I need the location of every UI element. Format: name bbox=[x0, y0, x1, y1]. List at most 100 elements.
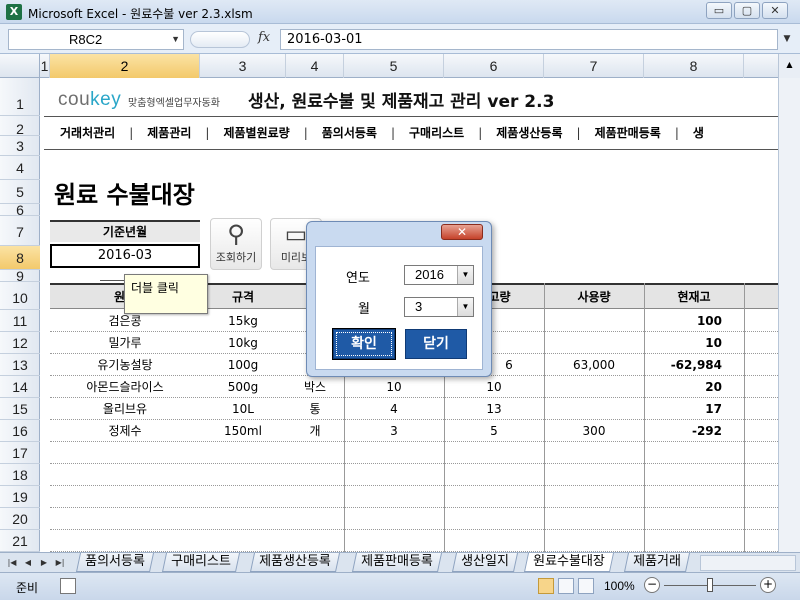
row-header[interactable]: 5 bbox=[0, 180, 40, 204]
cell-spec[interactable]: 10kg bbox=[200, 332, 286, 354]
cell-used[interactable] bbox=[544, 310, 644, 332]
row-header[interactable]: 4 bbox=[0, 156, 40, 180]
month-select[interactable]: 3 ▼ bbox=[404, 297, 474, 317]
table-row[interactable]: 올리브유 10L 통 4 13 17 bbox=[50, 398, 778, 420]
excel-app-icon[interactable]: X bbox=[6, 4, 22, 20]
macro-record-icon[interactable] bbox=[60, 578, 76, 594]
cell-used[interactable] bbox=[544, 332, 644, 354]
row-header[interactable]: 9 bbox=[0, 269, 40, 283]
vertical-scrollbar[interactable] bbox=[778, 78, 800, 552]
cell-material[interactable]: 정제수 bbox=[50, 420, 200, 442]
zoom-out-icon[interactable]: − bbox=[644, 577, 660, 593]
menu-item-production[interactable]: 제품생산등록 bbox=[496, 124, 562, 141]
cell-in[interactable]: 13 bbox=[444, 398, 544, 420]
last-sheet-icon[interactable]: ▶| bbox=[54, 556, 66, 570]
column-header[interactable]: 7 bbox=[544, 54, 644, 78]
sheet-tab[interactable]: 구매리스트 bbox=[161, 553, 240, 572]
row-header[interactable]: 2 bbox=[0, 116, 40, 137]
sheet-tab[interactable]: 제품생산등록 bbox=[249, 553, 340, 572]
base-period-cell[interactable]: 2016-03 bbox=[50, 244, 200, 268]
table-row[interactable] bbox=[50, 486, 778, 508]
menu-item-proposal[interactable]: 품의서등록 bbox=[322, 124, 377, 141]
cell-spec[interactable]: 150ml bbox=[200, 420, 286, 442]
column-header[interactable]: 5 bbox=[344, 54, 444, 78]
zoom-in-icon[interactable]: + bbox=[760, 577, 776, 593]
next-sheet-icon[interactable]: ▶ bbox=[38, 556, 50, 570]
cell-unit[interactable]: 개 bbox=[286, 420, 344, 442]
formula-separator-handle[interactable] bbox=[190, 31, 250, 48]
chevron-down-icon[interactable]: ▼ bbox=[171, 30, 180, 49]
row-header[interactable]: 7 bbox=[0, 216, 40, 246]
close-dialog-button[interactable]: 닫기 bbox=[405, 329, 467, 359]
cell-stock[interactable]: 100 bbox=[644, 310, 744, 332]
confirm-button[interactable]: 확인 bbox=[333, 329, 395, 359]
dialog-close-icon[interactable]: ✕ bbox=[441, 224, 483, 240]
cell-material[interactable]: 올리브유 bbox=[50, 398, 200, 420]
row-header[interactable]: 17 bbox=[0, 442, 40, 464]
row-header[interactable]: 18 bbox=[0, 464, 40, 486]
sheet-tab[interactable]: 제품판매등록 bbox=[351, 553, 442, 572]
menu-item-client[interactable]: 거래처관리 bbox=[60, 124, 115, 141]
cell-used[interactable] bbox=[544, 376, 644, 398]
row-header[interactable]: 1 bbox=[0, 78, 40, 116]
row-header[interactable]: 6 bbox=[0, 203, 40, 217]
column-header-selected[interactable]: 2 bbox=[50, 54, 200, 78]
cell-unit[interactable]: 통 bbox=[286, 398, 344, 420]
row-header[interactable]: 10 bbox=[0, 282, 40, 310]
row-header[interactable]: 15 bbox=[0, 398, 40, 420]
menu-item-material-per-product[interactable]: 제품별원료량 bbox=[223, 124, 289, 141]
chevron-down-icon[interactable]: ▼ bbox=[457, 266, 473, 284]
page-layout-view-icon[interactable] bbox=[558, 578, 574, 594]
row-header[interactable]: 11 bbox=[0, 310, 40, 332]
row-header[interactable]: 21 bbox=[0, 530, 40, 552]
expand-formula-bar-icon[interactable]: ▼ bbox=[780, 29, 794, 50]
menu-item-product[interactable]: 제품관리 bbox=[147, 124, 191, 141]
cell-stock[interactable]: 17 bbox=[644, 398, 744, 420]
search-button[interactable]: ⚲ 조회하기 bbox=[210, 218, 262, 270]
normal-view-icon[interactable] bbox=[538, 578, 554, 594]
table-row[interactable]: 정제수 150ml 개 3 5 300 -292 bbox=[50, 420, 778, 442]
menu-item-purchase-list[interactable]: 구매리스트 bbox=[409, 124, 464, 141]
horizontal-scrollbar[interactable] bbox=[700, 555, 796, 571]
cell-unit[interactable]: 박스 bbox=[286, 376, 344, 398]
row-header[interactable]: 12 bbox=[0, 332, 40, 354]
row-header[interactable]: 19 bbox=[0, 486, 40, 508]
cell-material[interactable]: 유기농설탕 bbox=[50, 354, 200, 376]
table-row[interactable] bbox=[50, 508, 778, 530]
sheet-tab[interactable]: 품의서등록 bbox=[75, 553, 154, 572]
table-row[interactable] bbox=[50, 442, 778, 464]
zoom-slider-thumb[interactable] bbox=[707, 578, 713, 592]
minimize-button[interactable]: ▭ bbox=[706, 2, 732, 19]
page-break-view-icon[interactable] bbox=[578, 578, 594, 594]
column-header[interactable]: 4 bbox=[286, 54, 344, 78]
row-header[interactable]: 13 bbox=[0, 354, 40, 376]
cell-stock[interactable]: -292 bbox=[644, 420, 744, 442]
year-select[interactable]: 2016 ▼ bbox=[404, 265, 474, 285]
column-header[interactable]: 3 bbox=[200, 54, 286, 78]
cell-prev[interactable]: 4 bbox=[344, 398, 444, 420]
row-header-selected[interactable]: 8 bbox=[0, 246, 40, 270]
cell-used[interactable]: 63,000 bbox=[544, 354, 644, 376]
menu-item-sales[interactable]: 제품판매등록 bbox=[595, 124, 661, 141]
table-row[interactable]: 아몬드슬라이스 500g 박스 10 10 20 bbox=[50, 376, 778, 398]
menu-item-more[interactable]: 생 bbox=[693, 124, 704, 141]
cell-stock[interactable]: -62,984 bbox=[644, 354, 744, 376]
select-all-corner[interactable] bbox=[0, 54, 40, 78]
column-header[interactable]: 1 bbox=[40, 54, 50, 78]
cell-in[interactable]: 5 bbox=[444, 420, 544, 442]
cell-prev[interactable]: 3 bbox=[344, 420, 444, 442]
insert-function-icon[interactable]: fx bbox=[258, 30, 270, 45]
cell-material[interactable]: 밀가루 bbox=[50, 332, 200, 354]
row-header[interactable]: 16 bbox=[0, 420, 40, 442]
row-header[interactable]: 3 bbox=[0, 136, 40, 156]
close-window-button[interactable]: ✕ bbox=[762, 2, 788, 19]
cell-spec[interactable]: 10L bbox=[200, 398, 286, 420]
cell-prev[interactable]: 10 bbox=[344, 376, 444, 398]
cell-spec[interactable]: 15kg bbox=[200, 310, 286, 332]
table-row[interactable] bbox=[50, 464, 778, 486]
sheet-tab[interactable]: 제품거래 bbox=[623, 553, 690, 572]
zoom-level[interactable]: 100% bbox=[604, 579, 635, 593]
cell-in[interactable]: 10 bbox=[444, 376, 544, 398]
column-header[interactable]: 8 bbox=[644, 54, 744, 78]
row-header[interactable]: 14 bbox=[0, 376, 40, 398]
